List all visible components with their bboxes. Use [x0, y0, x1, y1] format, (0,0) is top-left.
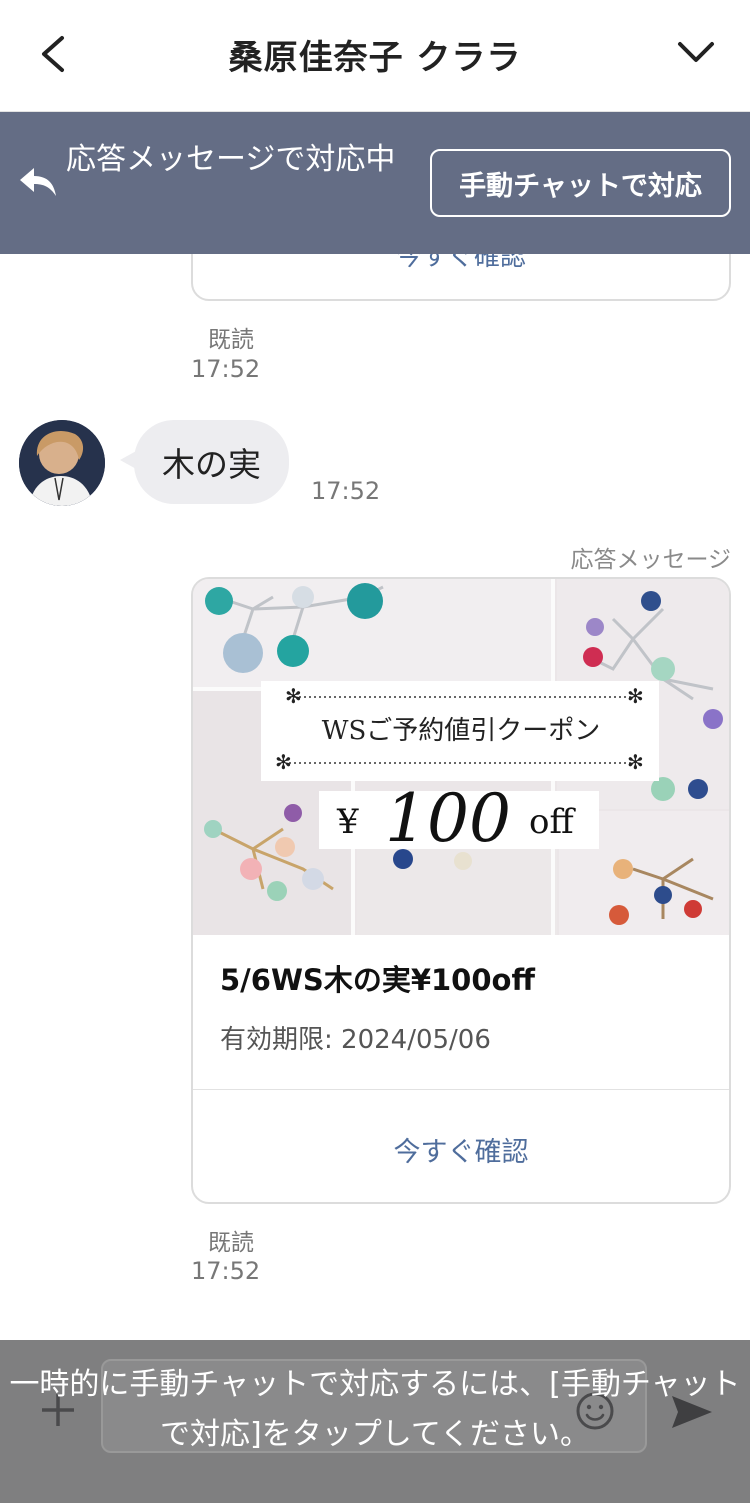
previous-card-link[interactable]: 今すぐ確認: [193, 254, 729, 273]
coupon-image-suffix: off: [529, 802, 576, 842]
svg-text:✻: ✻: [627, 750, 644, 774]
chat-title[interactable]: 桑原佳奈子 クララ: [0, 30, 750, 79]
coupon-image-number: 100: [385, 780, 511, 857]
message-time: 17:52: [191, 1257, 261, 1285]
svg-text:✻: ✻: [275, 750, 292, 774]
message-input-bar: 一時的に手動チャットで対応するには、[手動チャットで対応]をタップしてください。: [0, 1340, 750, 1503]
svg-text:✻: ✻: [627, 684, 644, 708]
manual-chat-button[interactable]: 手動チャットで対応: [430, 149, 731, 217]
coupon-title: 5/6WS木の実¥100off: [220, 963, 535, 997]
avatar-photo: [19, 420, 105, 506]
previous-card[interactable]: 今すぐ確認: [191, 254, 731, 301]
coupon-expiry: 有効期限: 2024/05/06: [220, 1025, 491, 1055]
read-receipt: 既読: [208, 327, 254, 353]
svg-text:✻: ✻: [285, 684, 302, 708]
coupon-image[interactable]: ✻ ✻ ✻ ✻ WSご予約値引クーポン ¥ 100 off: [193, 579, 729, 935]
coupon-divider: [193, 1089, 729, 1090]
coupon-image-currency: ¥: [336, 802, 359, 842]
coupon-image-art: ✻ ✻ ✻ ✻ WSご予約値引クーポン ¥ 100 off: [193, 579, 729, 935]
read-receipt: 既読: [208, 1230, 254, 1256]
message-time: 17:52: [191, 355, 261, 383]
chevron-down-icon[interactable]: [670, 30, 722, 74]
coupon-confirm-link[interactable]: 今すぐ確認: [193, 1130, 729, 1169]
auto-response-label: 応答メッセージ: [570, 547, 731, 573]
reply-icon: [20, 168, 56, 196]
response-mode-banner: 応答メッセージで対応中 手動チャットで対応: [0, 112, 750, 254]
avatar[interactable]: [19, 420, 105, 506]
message-time: 17:52: [311, 477, 381, 505]
response-status-text: 応答メッセージで対応中: [66, 142, 396, 177]
coupon-card[interactable]: ✻ ✻ ✻ ✻ WSご予約値引クーポン ¥ 100 off 5/6WS木の実¥1…: [191, 577, 731, 1204]
chat-header: 桑原佳奈子 クララ: [0, 0, 750, 112]
coupon-image-headline: WSご予約値引クーポン: [322, 716, 601, 746]
manual-chat-notice: 一時的に手動チャットで対応するには、[手動チャットで対応]をタップしてください。: [9, 1367, 741, 1452]
chat-area[interactable]: 今すぐ確認 既読 17:52 木の実 17:52 応答メッセージ ✻ ✻ ✻ ✻…: [0, 254, 750, 1340]
incoming-message-bubble[interactable]: 木の実: [134, 420, 289, 504]
